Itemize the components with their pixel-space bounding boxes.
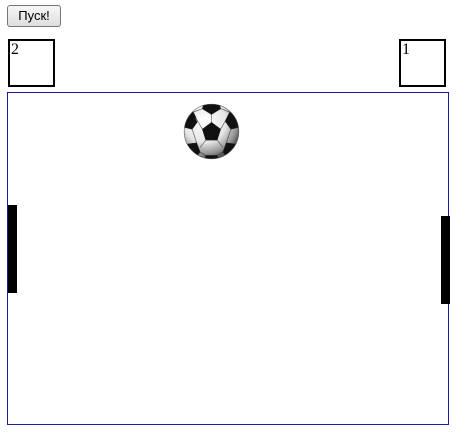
left-score-value: 2 (11, 41, 19, 58)
game-field[interactable] (7, 92, 450, 425)
right-score-box: 1 (399, 39, 446, 87)
right-score-value: 1 (402, 41, 410, 58)
soccer-ball-icon (183, 103, 240, 160)
left-paddle[interactable] (8, 205, 17, 293)
right-paddle[interactable] (441, 216, 450, 304)
left-score-box: 2 (8, 39, 55, 87)
start-button[interactable]: Пуск! (7, 5, 61, 27)
